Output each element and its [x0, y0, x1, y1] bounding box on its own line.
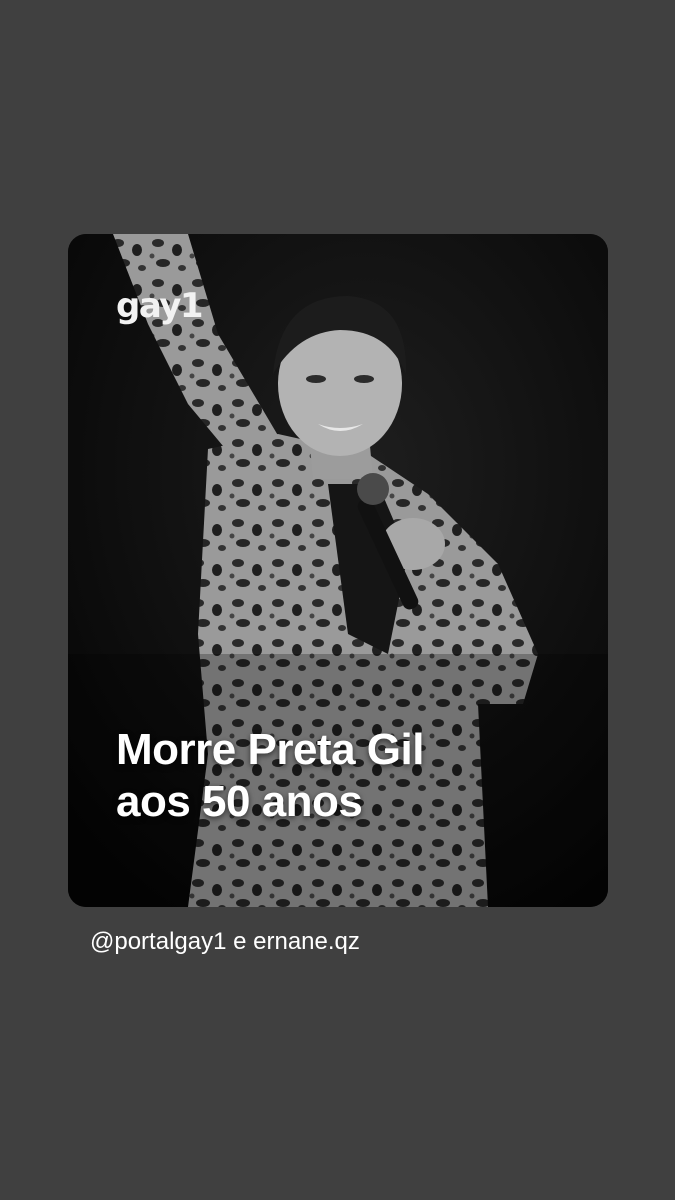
headline-line-2: aos 50 anos — [116, 777, 363, 826]
headline-line-1: Morre Preta Gil — [116, 725, 424, 774]
news-card[interactable]: gay1 Morre Preta Gil aos 50 anos — [68, 234, 608, 907]
credit-link[interactable]: @portalgay1 e ernane.qz — [90, 928, 360, 956]
headline: Morre Preta Gil aos 50 anos — [116, 724, 536, 828]
brand-logo: gay1 — [116, 286, 204, 326]
